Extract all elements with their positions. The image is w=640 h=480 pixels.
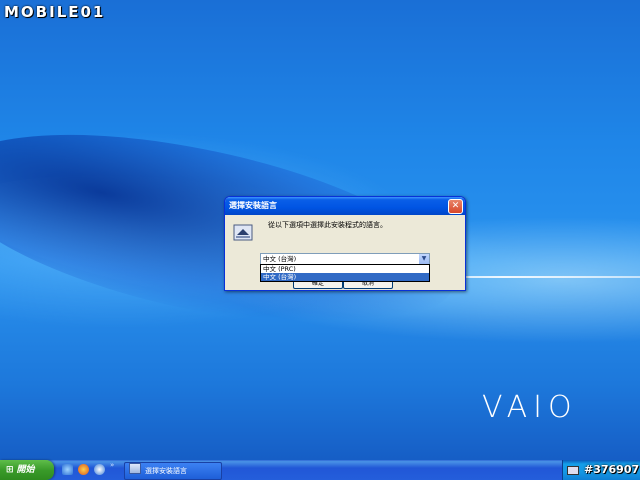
keyboard-icon[interactable]: [567, 466, 579, 475]
ie-icon[interactable]: [62, 464, 73, 475]
desktop: MOBILE01 VAIO 選擇安裝語言 ✕ 從以下選項中選擇此安裝程式的語言。…: [0, 0, 640, 460]
language-option[interactable]: 中文 (PRC): [261, 265, 429, 273]
close-icon: ✕: [451, 201, 460, 211]
setup-icon: [129, 463, 141, 474]
taskbar-item-label: 選擇安裝語言: [145, 467, 187, 475]
language-select-value: 中文 (台灣): [263, 255, 297, 263]
language-dropdown-list: 中文 (PRC) 中文 (台灣): [260, 264, 430, 282]
windows-flag-icon: ⊞: [6, 465, 14, 475]
firefox-icon[interactable]: [78, 464, 89, 475]
taskbar: ⊞ 開始 » 選擇安裝語言 #376907: [0, 460, 640, 480]
chevron-right-icon[interactable]: »: [110, 461, 114, 469]
start-label: 開始: [16, 465, 35, 475]
chevron-down-icon[interactable]: ▼: [419, 254, 429, 264]
dialog-prompt: 從以下選項中選擇此安裝程式的語言。: [268, 221, 387, 229]
dialog-title: 選擇安裝語言: [229, 201, 277, 210]
site-watermark-logo: MOBILE01: [4, 3, 106, 21]
tray-watermark: #376907: [584, 463, 640, 476]
start-button[interactable]: ⊞ 開始: [0, 460, 54, 480]
media-player-icon[interactable]: [94, 464, 105, 475]
close-button[interactable]: ✕: [448, 199, 463, 214]
dialog-titlebar[interactable]: 選擇安裝語言 ✕: [225, 197, 465, 215]
language-option-highlighted[interactable]: 中文 (台灣): [261, 273, 429, 281]
taskbar-item-language-dialog[interactable]: 選擇安裝語言: [124, 462, 222, 480]
language-dialog: 選擇安裝語言 ✕ 從以下選項中選擇此安裝程式的語言。 中文 (台灣) ▼ 確定 …: [224, 196, 466, 291]
setup-icon: [233, 224, 253, 241]
vaio-logo: VAIO: [482, 390, 578, 425]
